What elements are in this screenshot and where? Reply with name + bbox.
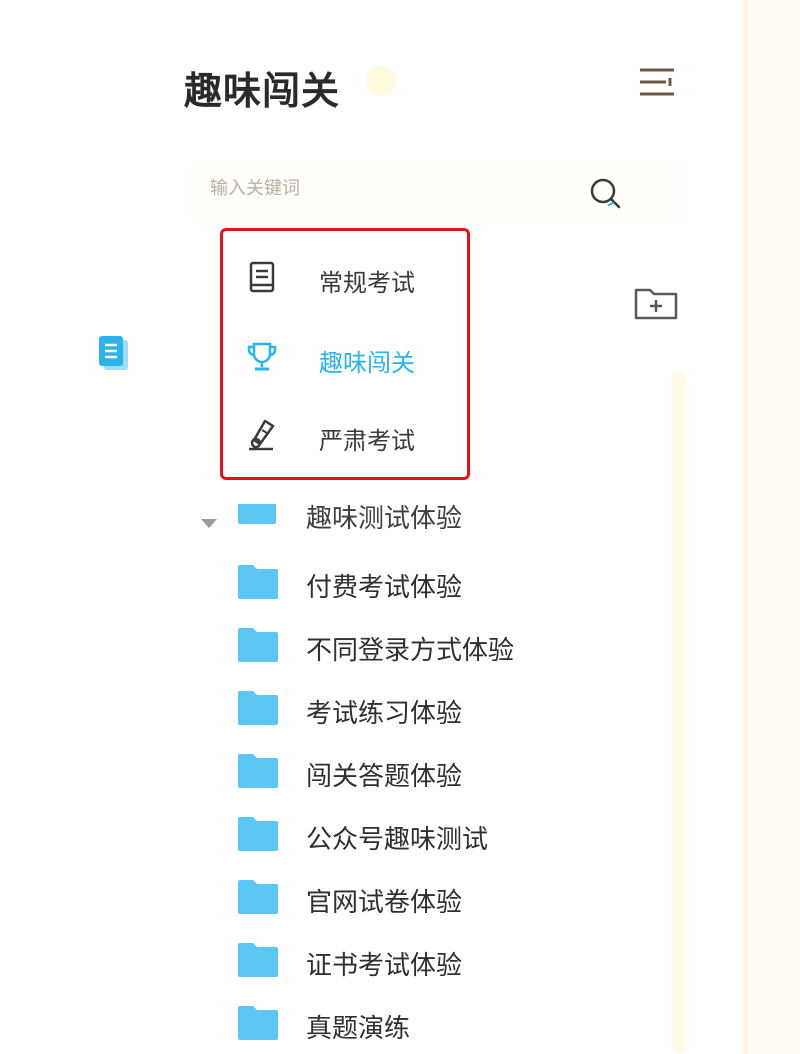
scrollbar-track[interactable] (672, 372, 686, 1054)
mode-item-fun-challenge[interactable]: 趣味闯关 (245, 331, 465, 381)
title-badge (366, 66, 396, 96)
caret-down-icon[interactable] (201, 519, 217, 528)
mode-item-serious-exam[interactable]: 严肃考试 (245, 409, 465, 459)
search-input[interactable] (208, 172, 572, 204)
folder-item[interactable]: 不同登录方式体验 (190, 621, 650, 669)
folder-icon (238, 880, 278, 914)
folder-item[interactable]: 付费考试体验 (190, 558, 650, 606)
pen-icon (249, 419, 275, 451)
folder-item[interactable]: 闯关答题体验 (190, 747, 650, 795)
right-panel-edge (742, 0, 800, 1054)
folder-label: 公众号趣味测试 (306, 825, 489, 855)
trophy-icon (247, 342, 277, 371)
mode-item-label: 严肃考试 (319, 427, 415, 455)
right-panel-divider (744, 0, 748, 1054)
folder-icon (238, 504, 276, 524)
folder-icon (238, 565, 278, 599)
folder-item[interactable]: 官网试卷体验 (190, 873, 650, 921)
folder-item[interactable]: 真题演练 (190, 999, 650, 1047)
folder-icon (238, 691, 278, 725)
document-stack-icon (99, 336, 128, 370)
search-bar (190, 160, 682, 224)
page-title: 趣味闯关 (184, 69, 341, 113)
folder-label: 证书考试体验 (306, 951, 463, 981)
folder-icon (238, 754, 278, 788)
menu-lines-icon (640, 68, 674, 96)
folder-label: 不同登录方式体验 (306, 636, 515, 666)
folder-icon (238, 628, 278, 662)
exam-mode-dropdown: 常规考试 趣味闯关 严肃考试 (220, 228, 470, 480)
folder-label: 趣味测试体验 (306, 504, 463, 534)
folder-item[interactable]: 公众号趣味测试 (190, 810, 650, 858)
folder-plus-icon (634, 288, 678, 320)
mode-item-label: 趣味闯关 (319, 349, 415, 377)
notebook-icon (249, 261, 275, 293)
new-folder-button[interactable] (632, 282, 680, 322)
mode-item-label: 常规考试 (319, 269, 415, 297)
folder-label: 闯关答题体验 (306, 762, 463, 792)
folder-icon (238, 1006, 278, 1040)
search-icon (590, 178, 621, 209)
folder-icon (238, 817, 278, 851)
search-button[interactable] (586, 174, 626, 214)
menu-toggle-button[interactable] (636, 64, 678, 100)
folder-label: 真题演练 (306, 1014, 411, 1044)
sidebar-document-button[interactable] (96, 334, 134, 374)
folder-item[interactable]: 考试练习体验 (190, 684, 650, 732)
folder-label: 考试练习体验 (306, 699, 463, 729)
folder-item-parent[interactable]: 趣味测试体验 (190, 502, 650, 550)
folder-item[interactable]: 证书考试体验 (190, 936, 650, 984)
folder-label: 付费考试体验 (306, 573, 463, 603)
folder-icon (238, 943, 278, 977)
folder-label: 官网试卷体验 (306, 888, 463, 918)
mode-item-regular-exam[interactable]: 常规考试 (245, 251, 465, 301)
